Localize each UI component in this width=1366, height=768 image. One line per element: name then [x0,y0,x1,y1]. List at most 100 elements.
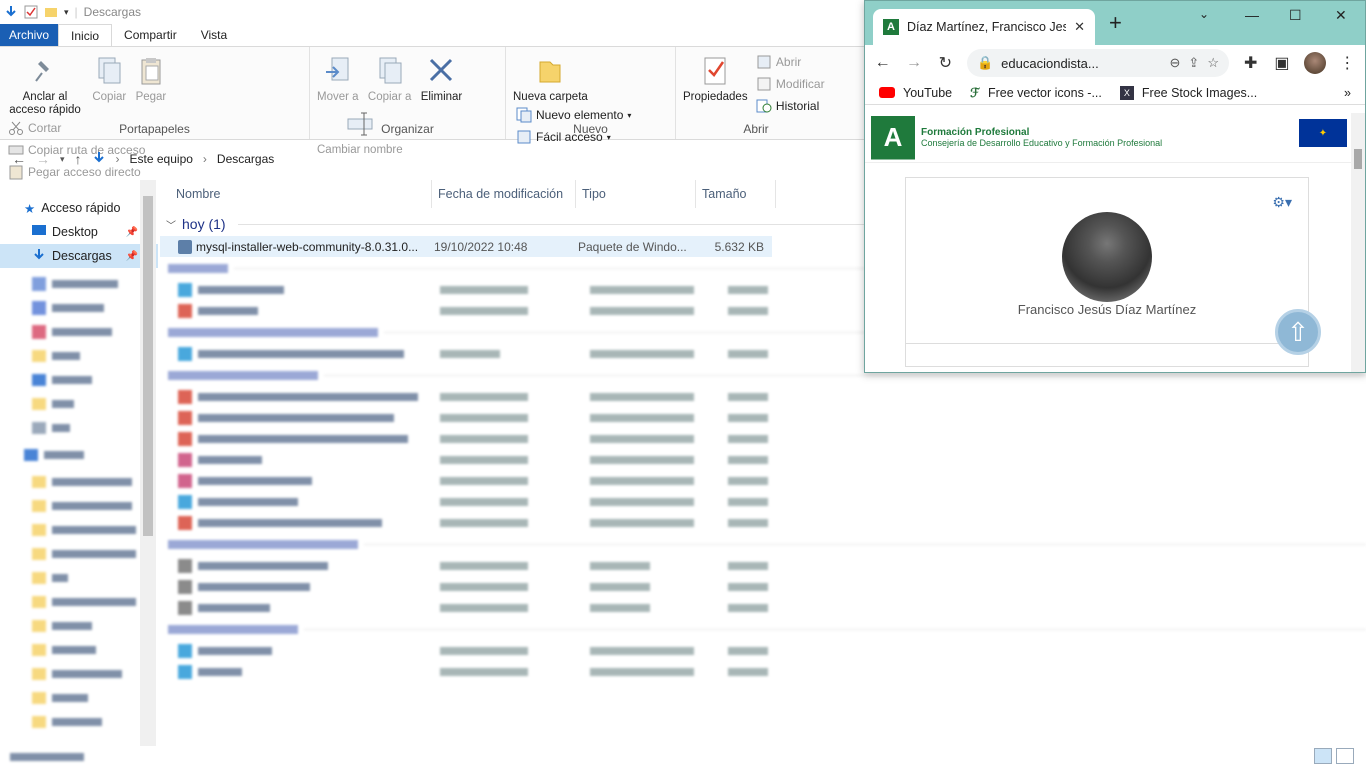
explorer-titlebar: ▾ | Descargas [0,0,866,24]
bookmark-star-icon[interactable]: ☆ [1207,55,1219,71]
reload-icon[interactable]: ↻ [936,53,955,73]
column-header-type[interactable]: Tipo [576,180,696,208]
history-button[interactable]: Historial [756,95,825,117]
extensions-puzzle-icon[interactable]: ✚ [1241,53,1260,73]
chrome-tab-strip: A Díaz Martínez, Francisco Jesús ✕ + ⌄ —… [865,1,1365,45]
forward-arrow-icon[interactable]: → [36,151,50,167]
properties-check-icon[interactable] [24,5,38,19]
navigation-pane: ★ Acceso rápido Desktop 📌 Descargas 📌 [0,180,158,746]
new-item-label: Nuevo elemento [536,108,624,122]
bookmark-label: Free Stock Images... [1141,85,1258,100]
page-scrollbar[interactable] [1351,113,1365,372]
more-menu-icon[interactable]: ⋮ [1338,53,1357,73]
profile-avatar[interactable] [1303,52,1326,74]
file-name: mysql-installer-web-community-8.0.31.0..… [196,239,419,254]
org-subtitle: Consejería de Desarrollo Educativo y For… [921,138,1163,148]
open-label: Abrir [775,55,802,69]
minimize-icon[interactable]: — [1245,7,1259,23]
move-to-button[interactable]: Mover a [314,51,362,104]
breadcrumb-chevron-icon[interactable]: › [203,152,207,166]
breadcrumb-current[interactable]: Descargas [217,152,274,166]
bookmark-youtube[interactable]: YouTube [879,86,952,100]
quick-access-dropdown-icon[interactable]: ▾ [64,7,69,18]
back-arrow-icon[interactable]: ← [873,54,892,72]
pin-quick-access-button[interactable]: Anclar al acceso rápido [4,51,86,117]
column-header-size[interactable]: Tamaño [696,180,776,208]
nav-item-quick-access[interactable]: ★ Acceso rápido [0,196,158,220]
column-header-date[interactable]: Fecha de modificación [432,180,576,208]
star-icon: ★ [24,201,36,216]
recent-locations-chevron-icon[interactable]: ▾ [60,154,65,165]
share-icon[interactable]: ⇪ [1188,55,1199,71]
scroll-to-top-button[interactable]: ⇧ [1275,309,1321,355]
history-icon [756,98,772,114]
eu-flag-logo: ✦ [1299,119,1347,157]
group-portapapeles: Anclar al acceso rápido Copiar Pegar Cor… [0,47,310,180]
new-folder-icon [535,55,565,87]
new-tab-icon[interactable]: + [1109,12,1122,34]
close-tab-icon[interactable]: ✕ [1074,19,1085,35]
tab-search-chevron-icon[interactable]: ⌄ [1199,7,1209,21]
copy-button[interactable]: Copiar [89,51,129,104]
nav-item-desktop[interactable]: Desktop 📌 [0,220,158,244]
delete-button[interactable]: Eliminar [418,51,466,104]
close-window-icon[interactable]: ✕ [1335,7,1347,24]
andalucia-favicon-icon: A [883,19,899,35]
delete-x-icon [426,55,456,87]
omnibox[interactable]: 🔒 educaciondista... ⊖ ⇪ ☆ [966,49,1229,77]
tab-archivo[interactable]: Archivo [0,24,59,46]
column-header-name[interactable]: Nombre [160,180,432,208]
edit-button[interactable]: Modificar [756,73,825,95]
large-icons-view-icon[interactable] [1336,748,1354,764]
pexels-icon: X [1119,85,1134,100]
file-size: 5.632 KB [714,239,764,254]
profile-photo [1062,212,1152,302]
page-scrollbar-thumb[interactable] [1354,149,1362,169]
copy-to-button[interactable]: Copiar a [365,51,414,104]
chrome-tab-active[interactable]: A Díaz Martínez, Francisco Jesús ✕ [873,9,1095,45]
tab-compartir[interactable]: Compartir [112,24,189,46]
edit-label: Modificar [775,77,825,91]
nav-scrollbar[interactable] [140,180,156,746]
tab-inicio[interactable]: Inicio [58,24,113,46]
chevron-down-icon: ▾ [627,110,632,120]
new-item-icon [516,107,532,123]
paste-button[interactable]: Pegar [133,51,170,104]
back-arrow-icon[interactable]: ← [12,151,26,167]
group-organizar: Mover a Copiar a Eliminar Cambiar nombre… [310,47,506,156]
move-to-label: Mover a [317,91,359,103]
new-folder-button[interactable]: Nueva carpeta [510,51,591,104]
nav-item-descargas[interactable]: Descargas 📌 [0,244,158,268]
junta-andalucia-logo[interactable]: A [871,115,915,160]
nav-scrollbar-thumb[interactable] [143,196,153,536]
tab-vista[interactable]: Vista [189,24,239,46]
up-arrow-icon[interactable]: ↑ [75,151,82,167]
group-label-portapapeles: Portapapeles [119,122,190,136]
zoom-icon[interactable]: ⊖ [1170,55,1181,71]
forward-arrow-icon[interactable]: → [904,54,923,72]
folder-icon[interactable] [44,5,58,19]
open-icon [756,54,772,70]
breadcrumb-chevron-icon[interactable]: › [116,152,120,166]
move-to-icon [323,55,353,87]
table-row[interactable]: mysql-installer-web-community-8.0.31.0..… [160,236,772,257]
bookmark-freepik[interactable]: ℱ Free vector icons -... [970,85,1102,101]
breadcrumb-root[interactable]: Este equipo [130,152,193,166]
bookmarks-overflow-icon[interactable]: » [1344,86,1351,100]
open-button[interactable]: Abrir [756,51,825,73]
gear-icon[interactable]: ⚙▾ [1272,194,1292,211]
bookmark-pexels[interactable]: X Free Stock Images... [1119,85,1258,100]
lock-icon: 🔒 [976,55,994,70]
new-folder-label: Nueva carpeta [513,91,588,103]
omnibox-url: educaciondista... [1001,55,1099,71]
group-nuevo: Nueva carpeta Nuevo elemento ▾ Fácil acce… [506,47,676,144]
youtube-icon [879,87,895,98]
chrome-toolbar: ← → ↻ 🔒 educaciondista... ⊖ ⇪ ☆ ✚ ▣ ⋮ [865,45,1365,81]
side-panel-icon[interactable]: ▣ [1272,53,1291,73]
properties-button[interactable]: Propiedades [680,51,751,104]
maximize-icon[interactable]: ☐ [1289,7,1302,24]
group-label-nuevo: Nuevo [573,122,608,136]
nav-item-label: Desktop [52,225,98,239]
details-view-icon[interactable] [1314,748,1332,764]
card-divider [906,366,1308,367]
